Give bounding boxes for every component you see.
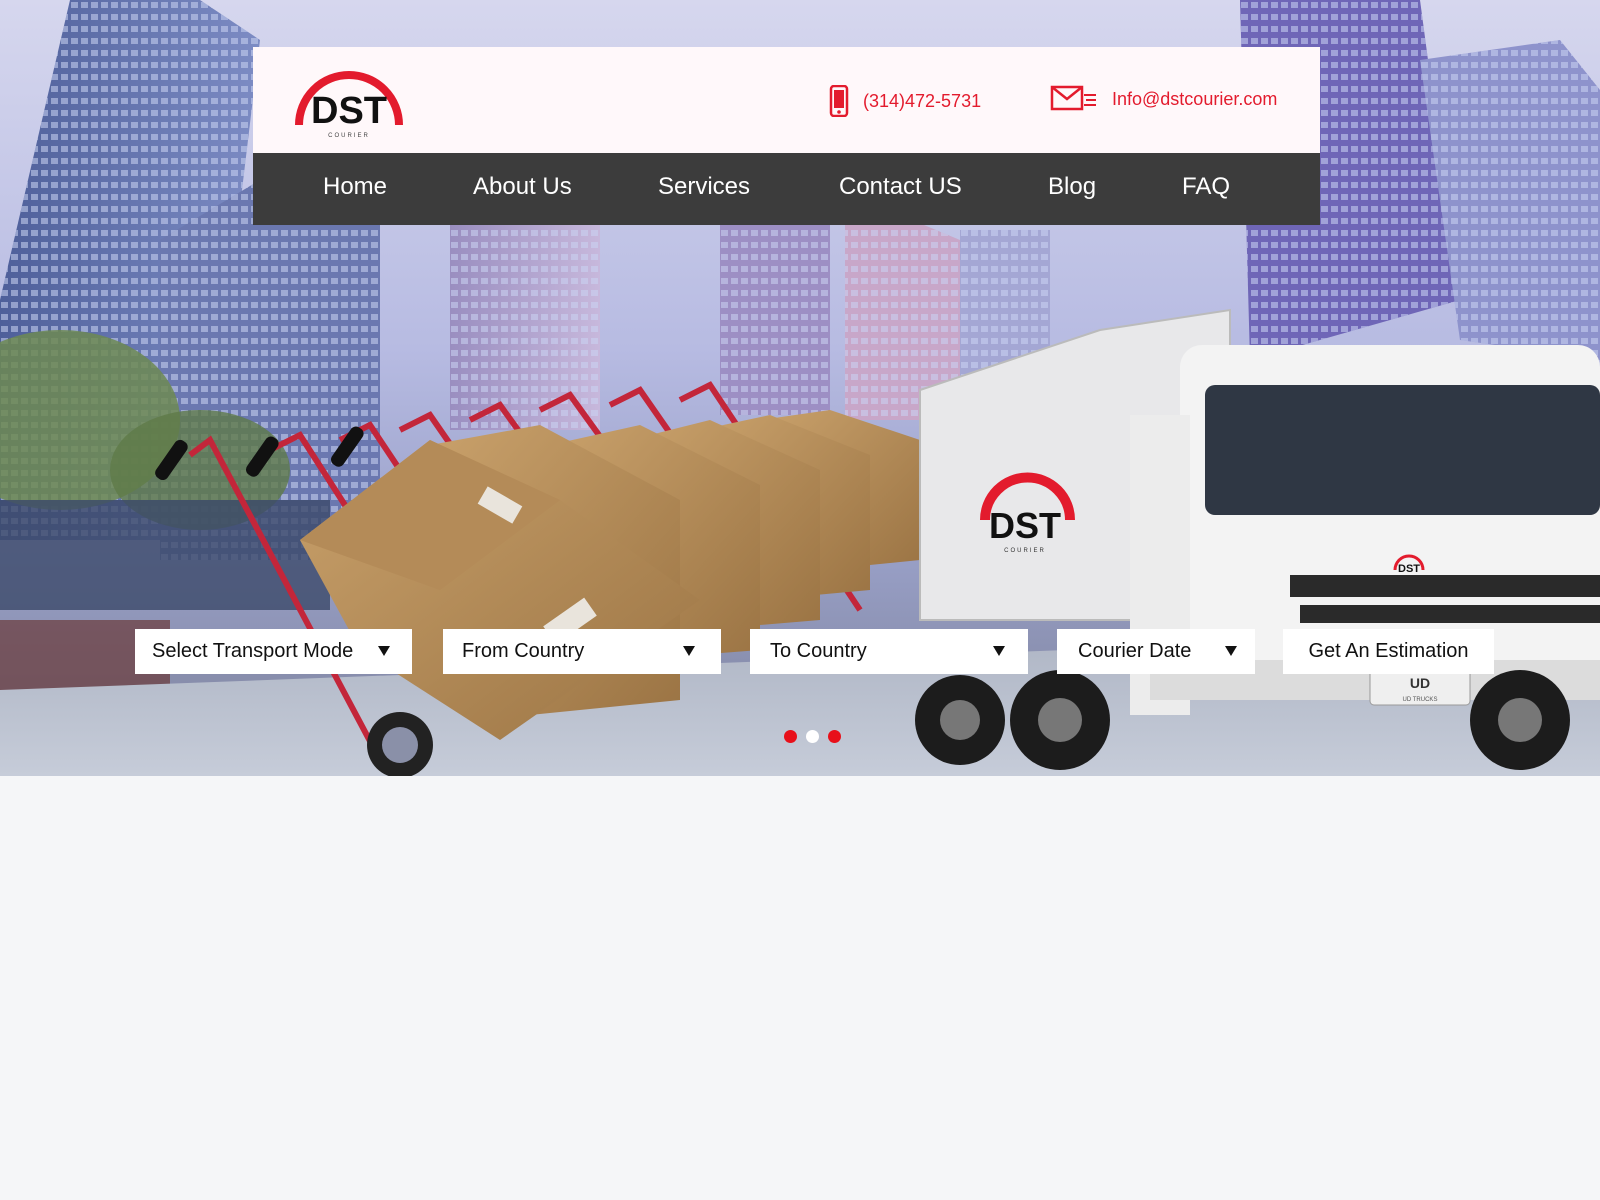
logo-tag: COURIER [328, 133, 370, 139]
transport-mode-label: Select Transport Mode [152, 640, 354, 662]
to-country-label: To Country [770, 640, 867, 662]
logo-letters: DST [311, 90, 387, 132]
chevron-down-icon [683, 646, 695, 656]
envelope-icon [1050, 85, 1096, 111]
get-estimation-button[interactable]: Get An Estimation [1283, 629, 1494, 674]
truck-logo-tag: COURIER [1004, 548, 1046, 554]
courier-date-select[interactable]: Courier Date [1057, 629, 1255, 674]
hero-banner: UD UD TRUCKS DST COURIER DST DST COURIER [0, 0, 1600, 776]
main-nav: Home About Us Services Contact US Blog F… [253, 153, 1320, 225]
contact-email[interactable]: Info@dstcourier.com [1050, 85, 1277, 113]
truck-badge-tag: UD TRUCKS [1403, 697, 1438, 703]
nav-services[interactable]: Services [658, 173, 750, 201]
transport-mode-select[interactable]: Select Transport Mode [135, 629, 412, 674]
email-address[interactable]: Info@dstcourier.com [1112, 89, 1277, 110]
nav-contact-us[interactable]: Contact US [839, 173, 962, 201]
from-country-select[interactable]: From Country [443, 629, 721, 674]
slider-dot-3[interactable] [828, 730, 841, 743]
header-box: DST COURIER (314)472-5731 Info@dstcourie… [253, 47, 1320, 153]
nav-home[interactable]: Home [323, 173, 387, 201]
phone-icon [829, 85, 849, 117]
chevron-down-icon [378, 646, 390, 656]
courier-date-label: Courier Date [1078, 640, 1192, 662]
dst-logo[interactable]: DST COURIER [289, 59, 409, 139]
truck-grille-logo: DST [1398, 563, 1420, 575]
nav-blog[interactable]: Blog [1048, 173, 1096, 201]
from-country-label: From Country [462, 640, 585, 662]
truck-logo-letters: DST [989, 505, 1061, 546]
slider-dot-1[interactable] [784, 730, 797, 743]
nav-about-us[interactable]: About Us [473, 173, 572, 201]
to-country-select[interactable]: To Country [750, 629, 1028, 674]
slider-dots [784, 730, 841, 743]
slider-dot-2[interactable] [806, 730, 819, 743]
chevron-down-icon [993, 646, 1005, 656]
contact-phone[interactable]: (314)472-5731 [829, 85, 981, 117]
chevron-down-icon [1225, 646, 1237, 656]
phone-number[interactable]: (314)472-5731 [863, 91, 981, 112]
nav-faq[interactable]: FAQ [1182, 173, 1230, 201]
truck-badge: UD [1410, 675, 1430, 691]
